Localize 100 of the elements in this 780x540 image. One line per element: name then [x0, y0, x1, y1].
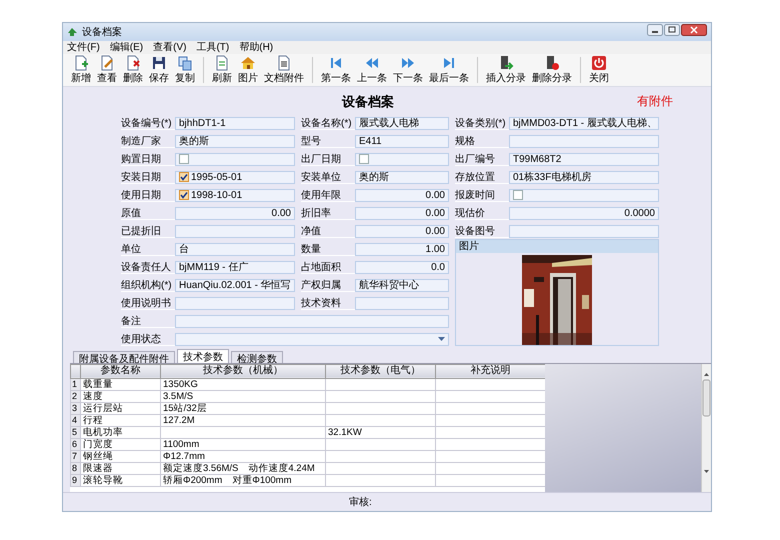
- input-field[interactable]: [175, 152, 295, 166]
- table-cell: 1350KG: [160, 378, 326, 390]
- toolbar-button[interactable]: 文档附件: [262, 55, 306, 84]
- checkbox[interactable]: [513, 190, 523, 200]
- toolbar-button[interactable]: 关闭: [587, 55, 611, 84]
- table-cell: 15站/32层: [160, 402, 326, 414]
- table-cell: 运行层站: [80, 402, 160, 414]
- footer-label: 审核:: [349, 496, 372, 510]
- row-number: 4: [70, 414, 80, 426]
- table-cell: 3.5M/S: [160, 390, 326, 402]
- input-field[interactable]: 0.00: [355, 224, 449, 238]
- input-field[interactable]: [355, 152, 449, 166]
- column-header: 参数名称: [80, 364, 160, 378]
- toolbar-button[interactable]: 删除: [121, 55, 145, 84]
- input-field[interactable]: 1.00: [355, 242, 449, 256]
- table-cell: 速度: [80, 390, 160, 402]
- table-cell: 电机功率: [80, 426, 160, 438]
- input-field[interactable]: [355, 296, 449, 310]
- table-cell: 钢丝绳: [80, 450, 160, 462]
- input-field[interactable]: [509, 224, 659, 238]
- input-field[interactable]: 0.00: [355, 188, 449, 202]
- input-field[interactable]: 航华科贸中心: [355, 278, 449, 292]
- input-field[interactable]: [175, 314, 449, 328]
- tab[interactable]: 技术参数: [177, 348, 229, 363]
- row-number: 2: [70, 390, 80, 402]
- table-cell: 轿厢Φ200mm 对重Φ100mm: [160, 474, 326, 486]
- table-cell: 32.1KW: [326, 426, 436, 438]
- table-cell: 载重量: [80, 378, 160, 390]
- input-field[interactable]: bjMM119 - 任广: [175, 260, 295, 274]
- toolbar-button[interactable]: 新增: [69, 55, 93, 84]
- row-number: 3: [70, 402, 80, 414]
- input-field[interactable]: [509, 134, 659, 148]
- input-field[interactable]: 台: [175, 242, 295, 256]
- dropdown-field[interactable]: [175, 332, 449, 346]
- checkbox[interactable]: [179, 154, 189, 164]
- toolbar-button[interactable]: 图片: [236, 55, 260, 84]
- input-field[interactable]: 履式载人电梯: [355, 116, 449, 130]
- input-field[interactable]: 0.00: [175, 206, 295, 220]
- tab[interactable]: 附属设备及配件附件: [73, 350, 175, 363]
- toolbar-button[interactable]: 上一条: [355, 55, 389, 84]
- checkbox[interactable]: [359, 154, 369, 164]
- input-field[interactable]: [175, 224, 295, 238]
- scrollbar[interactable]: [701, 364, 711, 492]
- toolbar-button[interactable]: 删除分录: [530, 55, 574, 84]
- row-number: 8: [70, 462, 80, 474]
- toolbar-button[interactable]: 复制: [173, 55, 197, 84]
- table-cell: 1100mm: [160, 438, 326, 450]
- row-number: 5: [70, 426, 80, 438]
- input-field[interactable]: T99M68T2: [509, 152, 659, 166]
- table-cell: 127.2M: [160, 414, 326, 426]
- input-field[interactable]: 0.00: [355, 206, 449, 220]
- input-field[interactable]: 1995-05-01: [175, 170, 295, 184]
- column-header: 技术参数（电气）: [326, 364, 436, 378]
- header-corner: [70, 364, 80, 378]
- column-header: 补充说明: [436, 364, 545, 378]
- documents-icon: [177, 55, 193, 72]
- input-field[interactable]: [175, 296, 295, 310]
- toolbar-button[interactable]: 第一条: [319, 55, 353, 84]
- toolbar-button[interactable]: 下一条: [391, 55, 425, 84]
- checkbox[interactable]: [179, 172, 189, 182]
- table-cell: 行程: [80, 414, 160, 426]
- input-field[interactable]: bjMMD03-DT1 - 履式载人电梯、: [509, 116, 659, 130]
- document-arrow-icon: [498, 55, 514, 72]
- table-cell: 滚轮导靴: [80, 474, 160, 486]
- checkbox[interactable]: [179, 190, 189, 200]
- menu-item[interactable]: 编辑(E): [110, 40, 144, 54]
- menu-item[interactable]: 文件(F): [67, 40, 100, 54]
- table-cell: 限速器: [80, 462, 160, 474]
- input-field[interactable]: 奥的斯: [355, 170, 449, 184]
- table-cell: Φ12.7mm: [160, 450, 326, 462]
- input-field[interactable]: HuanQiu.02.001 - 华恒写: [175, 278, 295, 292]
- toolbar-button[interactable]: 刷新: [210, 55, 234, 84]
- toolbar-button[interactable]: 保存: [147, 55, 171, 84]
- document-dot-icon: [544, 55, 560, 72]
- input-field[interactable]: E411: [355, 134, 449, 148]
- input-field[interactable]: 奥的斯: [175, 134, 295, 148]
- input-field[interactable]: 01栋33F电梯机房: [509, 170, 659, 184]
- panel-title: 图片: [456, 240, 658, 253]
- input-field[interactable]: 0.0000: [509, 206, 659, 220]
- menu-item[interactable]: 工具(T): [196, 40, 230, 54]
- toolbar-button[interactable]: 最后一条: [427, 55, 471, 84]
- row-number: 6: [70, 438, 80, 450]
- table-cell: 门宽度: [80, 438, 160, 450]
- menu-item[interactable]: 帮助(H): [239, 40, 274, 54]
- house-icon: [240, 55, 256, 72]
- window-title: 设备档案: [82, 26, 123, 39]
- toolbar-button[interactable]: 插入分录: [484, 55, 528, 84]
- input-field[interactable]: [509, 188, 659, 202]
- input-field[interactable]: 1998-10-01: [175, 188, 295, 202]
- input-field[interactable]: bjhhDT1-1: [175, 116, 295, 130]
- app-icon: [67, 26, 78, 37]
- form-heading: 设备档案: [342, 92, 394, 111]
- menu-item[interactable]: 查看(V): [153, 40, 186, 54]
- row-number: 9: [70, 474, 80, 486]
- input-field[interactable]: 0.0: [355, 260, 449, 274]
- table-cell: 额定速度3.56M/S 动作速度4.24M: [160, 462, 326, 474]
- toolbar-button[interactable]: 查看: [95, 55, 119, 84]
- tab[interactable]: 检测参数: [231, 350, 283, 363]
- row-number: 1: [70, 378, 80, 390]
- dropdown-arrow-icon[interactable]: [438, 337, 445, 342]
